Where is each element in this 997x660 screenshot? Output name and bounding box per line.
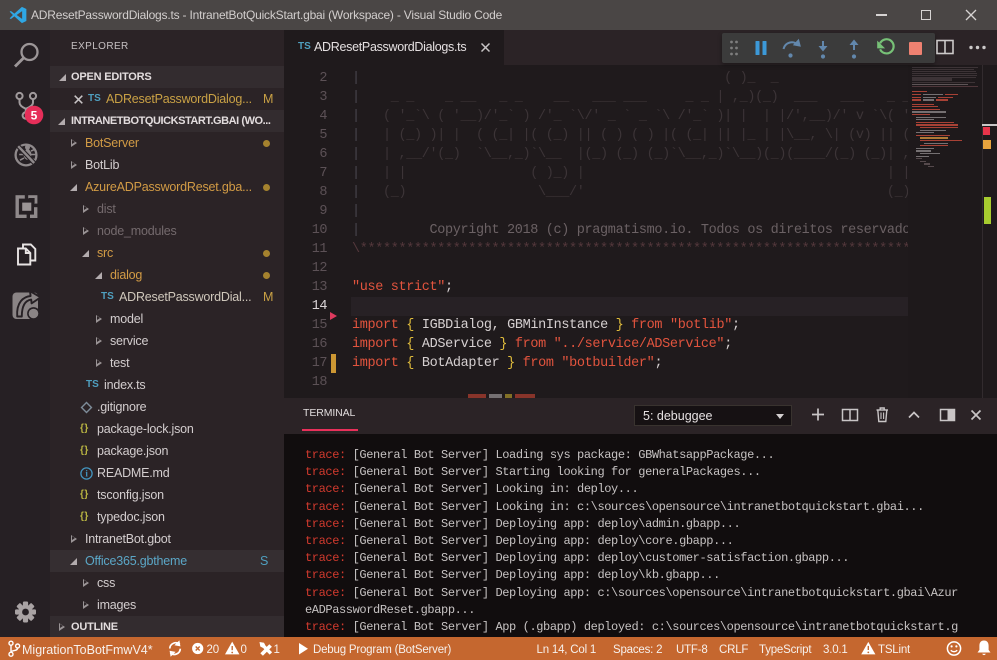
- svg-text:5: 5: [31, 109, 38, 123]
- svg-text:i: i: [85, 469, 88, 479]
